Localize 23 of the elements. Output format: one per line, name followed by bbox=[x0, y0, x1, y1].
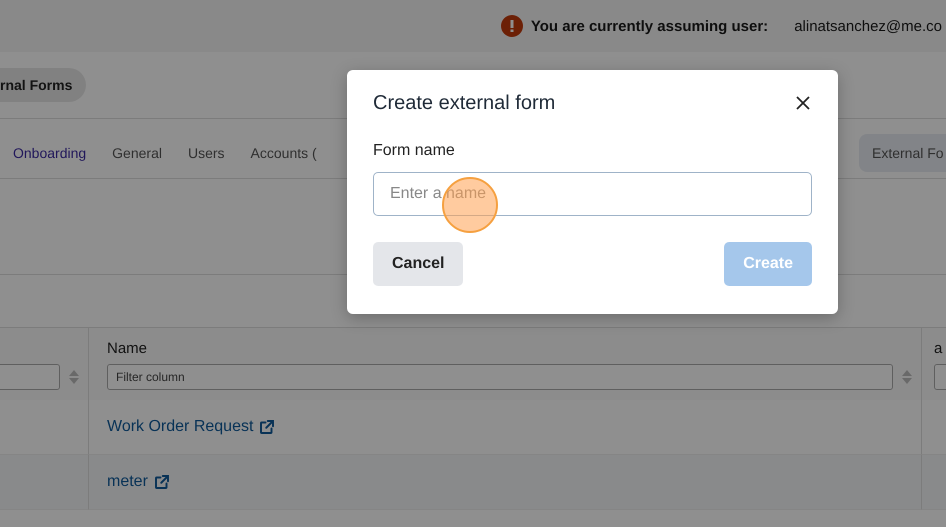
nav-tab[interactable]: Accounts ( bbox=[238, 134, 330, 172]
close-button[interactable] bbox=[794, 94, 812, 112]
sort-icon[interactable] bbox=[901, 369, 913, 385]
field-label: Form name bbox=[373, 142, 456, 160]
sort-icon[interactable] bbox=[68, 369, 80, 385]
nav-tab[interactable]: External Fo bbox=[859, 134, 946, 172]
cancel-button[interactable]: Cancel bbox=[373, 242, 464, 286]
filter-field[interactable]: Filter column bbox=[107, 364, 893, 390]
column-label: Name bbox=[107, 340, 148, 359]
dialog-title: Create external form bbox=[373, 91, 556, 115]
nav-tab[interactable]: General bbox=[99, 134, 175, 172]
form-link[interactable]: Work Order Request bbox=[107, 418, 276, 436]
external-link-icon bbox=[258, 418, 276, 436]
user-email: alinatsanchez@me.co bbox=[794, 18, 942, 34]
nav-tab[interactable]: Onboarding bbox=[0, 134, 100, 172]
breadcrumb-pill[interactable]: rnal Forms bbox=[0, 68, 86, 102]
form-link[interactable]: meter bbox=[107, 473, 171, 491]
external-link-icon bbox=[152, 473, 171, 491]
warning-icon bbox=[500, 15, 523, 37]
column-label: a bbox=[934, 340, 944, 359]
filter-field[interactable] bbox=[0, 364, 60, 390]
nav-tab[interactable]: Users bbox=[174, 134, 238, 172]
banner-message: You are currently assuming user: bbox=[530, 18, 768, 34]
